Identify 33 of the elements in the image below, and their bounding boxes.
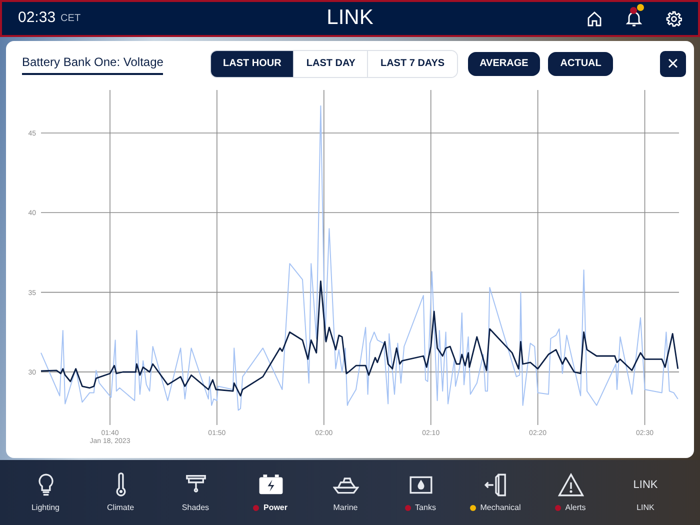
nav-tab[interactable]: Marine (308, 472, 383, 514)
nav-tab[interactable]: Tanks (383, 472, 458, 514)
nav-icon (482, 472, 508, 498)
nav-label: Marine (333, 502, 358, 514)
nav-label: Lighting (31, 502, 60, 514)
series-toggle-button[interactable]: ACTUAL (548, 52, 614, 76)
nav-label: Mechanical (480, 502, 521, 514)
nav-icon (558, 472, 584, 498)
time-range-tab[interactable]: LAST 7 DAYS (367, 50, 457, 76)
nav-tab[interactable]: Lighting (8, 472, 83, 514)
nav-label: Tanks (415, 502, 436, 514)
bell-icon[interactable] (626, 10, 642, 27)
nav-label: Shades (182, 502, 210, 514)
clock-time: 02:33 (18, 8, 56, 28)
time-range-tab[interactable]: LAST HOUR (211, 50, 294, 76)
series-toggle-button[interactable]: AVERAGE (468, 52, 540, 76)
app-title: LINK (326, 5, 374, 31)
nav-tab[interactable]: Mechanical (458, 472, 533, 514)
nav-label: LINK (636, 502, 654, 514)
nav-tab[interactable]: LINK LINK (608, 472, 683, 514)
nav-tab[interactable]: Alerts (533, 472, 608, 514)
settings-icon[interactable] (666, 10, 682, 26)
nav-tab[interactable]: Shades (158, 472, 233, 514)
nav-label: Alerts (565, 502, 586, 514)
timezone-label: CET (60, 12, 81, 26)
home-icon[interactable] (587, 10, 602, 26)
close-button[interactable]: × (660, 50, 686, 76)
nav-tab[interactable]: Power (233, 472, 308, 514)
nav-label: Power (263, 502, 288, 514)
nav-icon-text: LINK (633, 478, 658, 492)
panel-title: Battery Bank One: Voltage (22, 52, 164, 74)
nav-tab[interactable]: Climate (83, 472, 158, 514)
nav-label: Climate (106, 502, 134, 514)
